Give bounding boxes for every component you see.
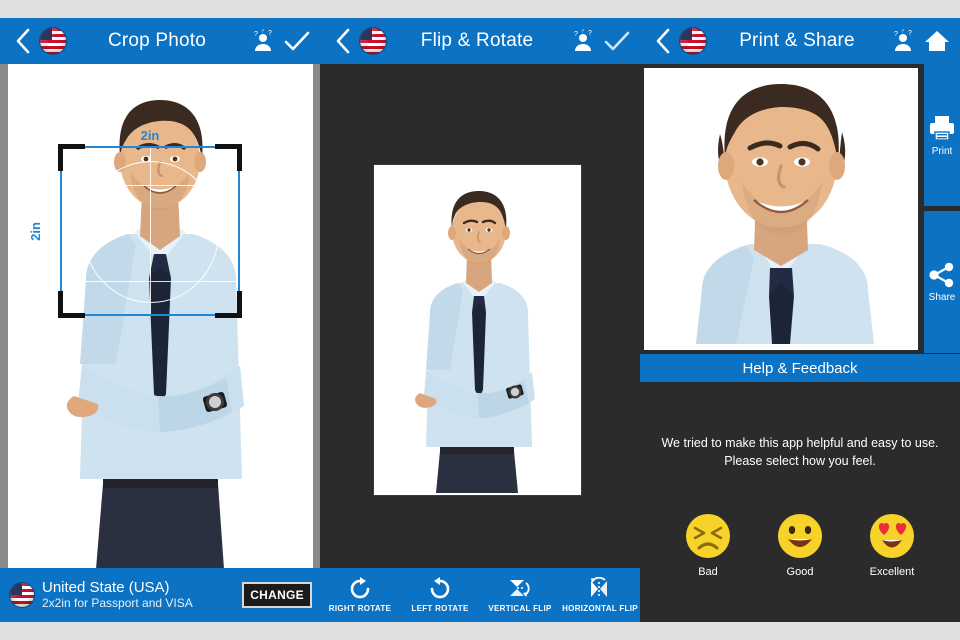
vertical-flip-label: VERTICAL FLIP	[488, 604, 552, 613]
crop-handle-top-right[interactable]	[215, 144, 242, 171]
svg-text:?: ?	[574, 31, 578, 38]
print-actions: ? ? ?	[888, 24, 952, 58]
svg-text:?: ?	[894, 31, 898, 38]
rating-bad[interactable]: Bad	[684, 512, 732, 578]
feedback-prompt: We tried to make this app helpful and ea…	[650, 434, 950, 470]
crop-handle-bottom-right[interactable]	[215, 291, 242, 318]
rotate-right-icon	[350, 577, 370, 599]
heart-eyes-face-icon	[870, 514, 914, 558]
svg-text:?: ?	[901, 29, 905, 35]
usa-flag-icon[interactable]	[40, 28, 66, 54]
grinning-face-icon	[778, 514, 822, 558]
home-icon[interactable]	[922, 24, 952, 58]
crop-canvas[interactable]: 2in 2in	[0, 64, 320, 568]
flip-rotate-toolbar: RIGHT ROTATE LEFT ROTATE VERTICAL FLIP H…	[320, 568, 640, 622]
rating-row: Bad Good Excellent	[662, 512, 938, 578]
rating-good[interactable]: Good	[776, 512, 824, 578]
crop-handle-bottom-left[interactable]	[58, 291, 85, 318]
svg-text:?: ?	[588, 30, 592, 37]
help-person-icon[interactable]: ? ? ?	[248, 24, 278, 58]
country-spec-bar: United State (USA) 2x2in for Passport an…	[0, 568, 320, 622]
panel-flip-rotate: Flip & Rotate ? ? ? RIGHT ROTATE LEFT RO…	[320, 18, 640, 622]
crop-guide-line-center	[150, 148, 151, 314]
help-feedback-title: Help & Feedback	[742, 359, 858, 377]
print-app-bar: Print & Share ? ? ?	[640, 18, 960, 64]
confirm-check-icon[interactable]	[282, 24, 312, 58]
rotate-left-icon	[430, 577, 450, 599]
crop-handle-top-left[interactable]	[58, 144, 85, 171]
page-title: Flip & Rotate	[420, 30, 534, 51]
share-label: Share	[928, 291, 956, 303]
right-rotate-label: RIGHT ROTATE	[328, 604, 392, 613]
svg-text:?: ?	[908, 30, 912, 37]
back-button[interactable]	[8, 24, 38, 58]
flip-horizontal-icon	[591, 577, 607, 597]
rating-excellent[interactable]: Excellent	[868, 512, 916, 578]
feedback-prompt-line2: Please select how you feel.	[724, 454, 876, 469]
share-icon	[929, 262, 954, 287]
flip-preview-stage[interactable]	[320, 64, 640, 568]
rating-excellent-label: Excellent	[869, 566, 915, 578]
help-person-icon[interactable]: ? ? ?	[568, 24, 598, 58]
print-share-rail: Print Share	[922, 64, 960, 354]
left-rotate-button[interactable]: LEFT ROTATE	[400, 577, 480, 613]
print-button[interactable]: Print	[924, 64, 960, 206]
crop-height-label: 2in	[27, 222, 43, 241]
confounded-face-icon	[686, 514, 730, 558]
change-country-button[interactable]: CHANGE	[242, 582, 312, 608]
country-name: United State (USA)	[42, 579, 170, 597]
horizontal-flip-button[interactable]: HORIZONTAL FLIP	[560, 577, 640, 613]
svg-text:?: ?	[254, 31, 258, 38]
usa-flag-icon[interactable]	[360, 28, 386, 54]
panel-crop-photo: Crop Photo ? ? ? 2in 2in United State (U…	[0, 18, 320, 622]
page-title: Crop Photo	[107, 30, 207, 51]
flip-app-bar: Flip & Rotate ? ? ?	[320, 18, 640, 64]
rating-good-label: Good	[786, 566, 814, 578]
confirm-check-icon[interactable]	[602, 24, 632, 58]
crop-width-label: 2in	[140, 128, 160, 143]
left-rotate-label: LEFT ROTATE	[411, 604, 469, 613]
flip-actions: ? ? ?	[568, 24, 632, 58]
print-label: Print	[931, 145, 953, 157]
feedback-prompt-line1: We tried to make this app helpful and ea…	[661, 436, 939, 450]
flip-vertical-icon	[510, 580, 530, 597]
horizontal-flip-label: HORIZONTAL FLIP	[562, 604, 638, 613]
help-person-icon[interactable]: ? ? ?	[888, 24, 918, 58]
panel-print-share: Print & Share ? ? ? Print Share Help & F…	[640, 18, 960, 622]
rating-bad-label: Bad	[698, 566, 718, 578]
svg-text:?: ?	[581, 29, 585, 35]
crop-selection-box[interactable]	[58, 144, 242, 318]
vertical-flip-button[interactable]: VERTICAL FLIP	[480, 577, 560, 613]
help-feedback-body: We tried to make this app helpful and ea…	[640, 382, 960, 622]
passport-photo-preview	[640, 64, 922, 354]
screenshot-root: Crop Photo ? ? ? 2in 2in United State (U…	[0, 0, 960, 640]
svg-text:?: ?	[261, 29, 265, 35]
back-button[interactable]	[648, 24, 678, 58]
country-spec-text: United State (USA) 2x2in for Passport an…	[42, 579, 242, 610]
crop-actions: ? ? ?	[248, 24, 312, 58]
printer-icon	[930, 115, 954, 141]
crop-app-bar: Crop Photo ? ? ?	[0, 18, 320, 64]
help-feedback-bar[interactable]: Help & Feedback	[640, 354, 960, 382]
page-title: Print & Share	[739, 30, 855, 51]
share-button[interactable]: Share	[924, 211, 960, 353]
country-spec: 2x2in for Passport and VISA	[42, 595, 193, 610]
usa-flag-icon[interactable]	[680, 28, 706, 54]
right-rotate-button[interactable]: RIGHT ROTATE	[320, 577, 400, 613]
passport-photo	[644, 68, 918, 350]
flip-preview-photo	[373, 164, 582, 496]
usa-flag-icon	[10, 583, 34, 607]
back-button[interactable]	[328, 24, 358, 58]
svg-text:?: ?	[268, 30, 272, 37]
